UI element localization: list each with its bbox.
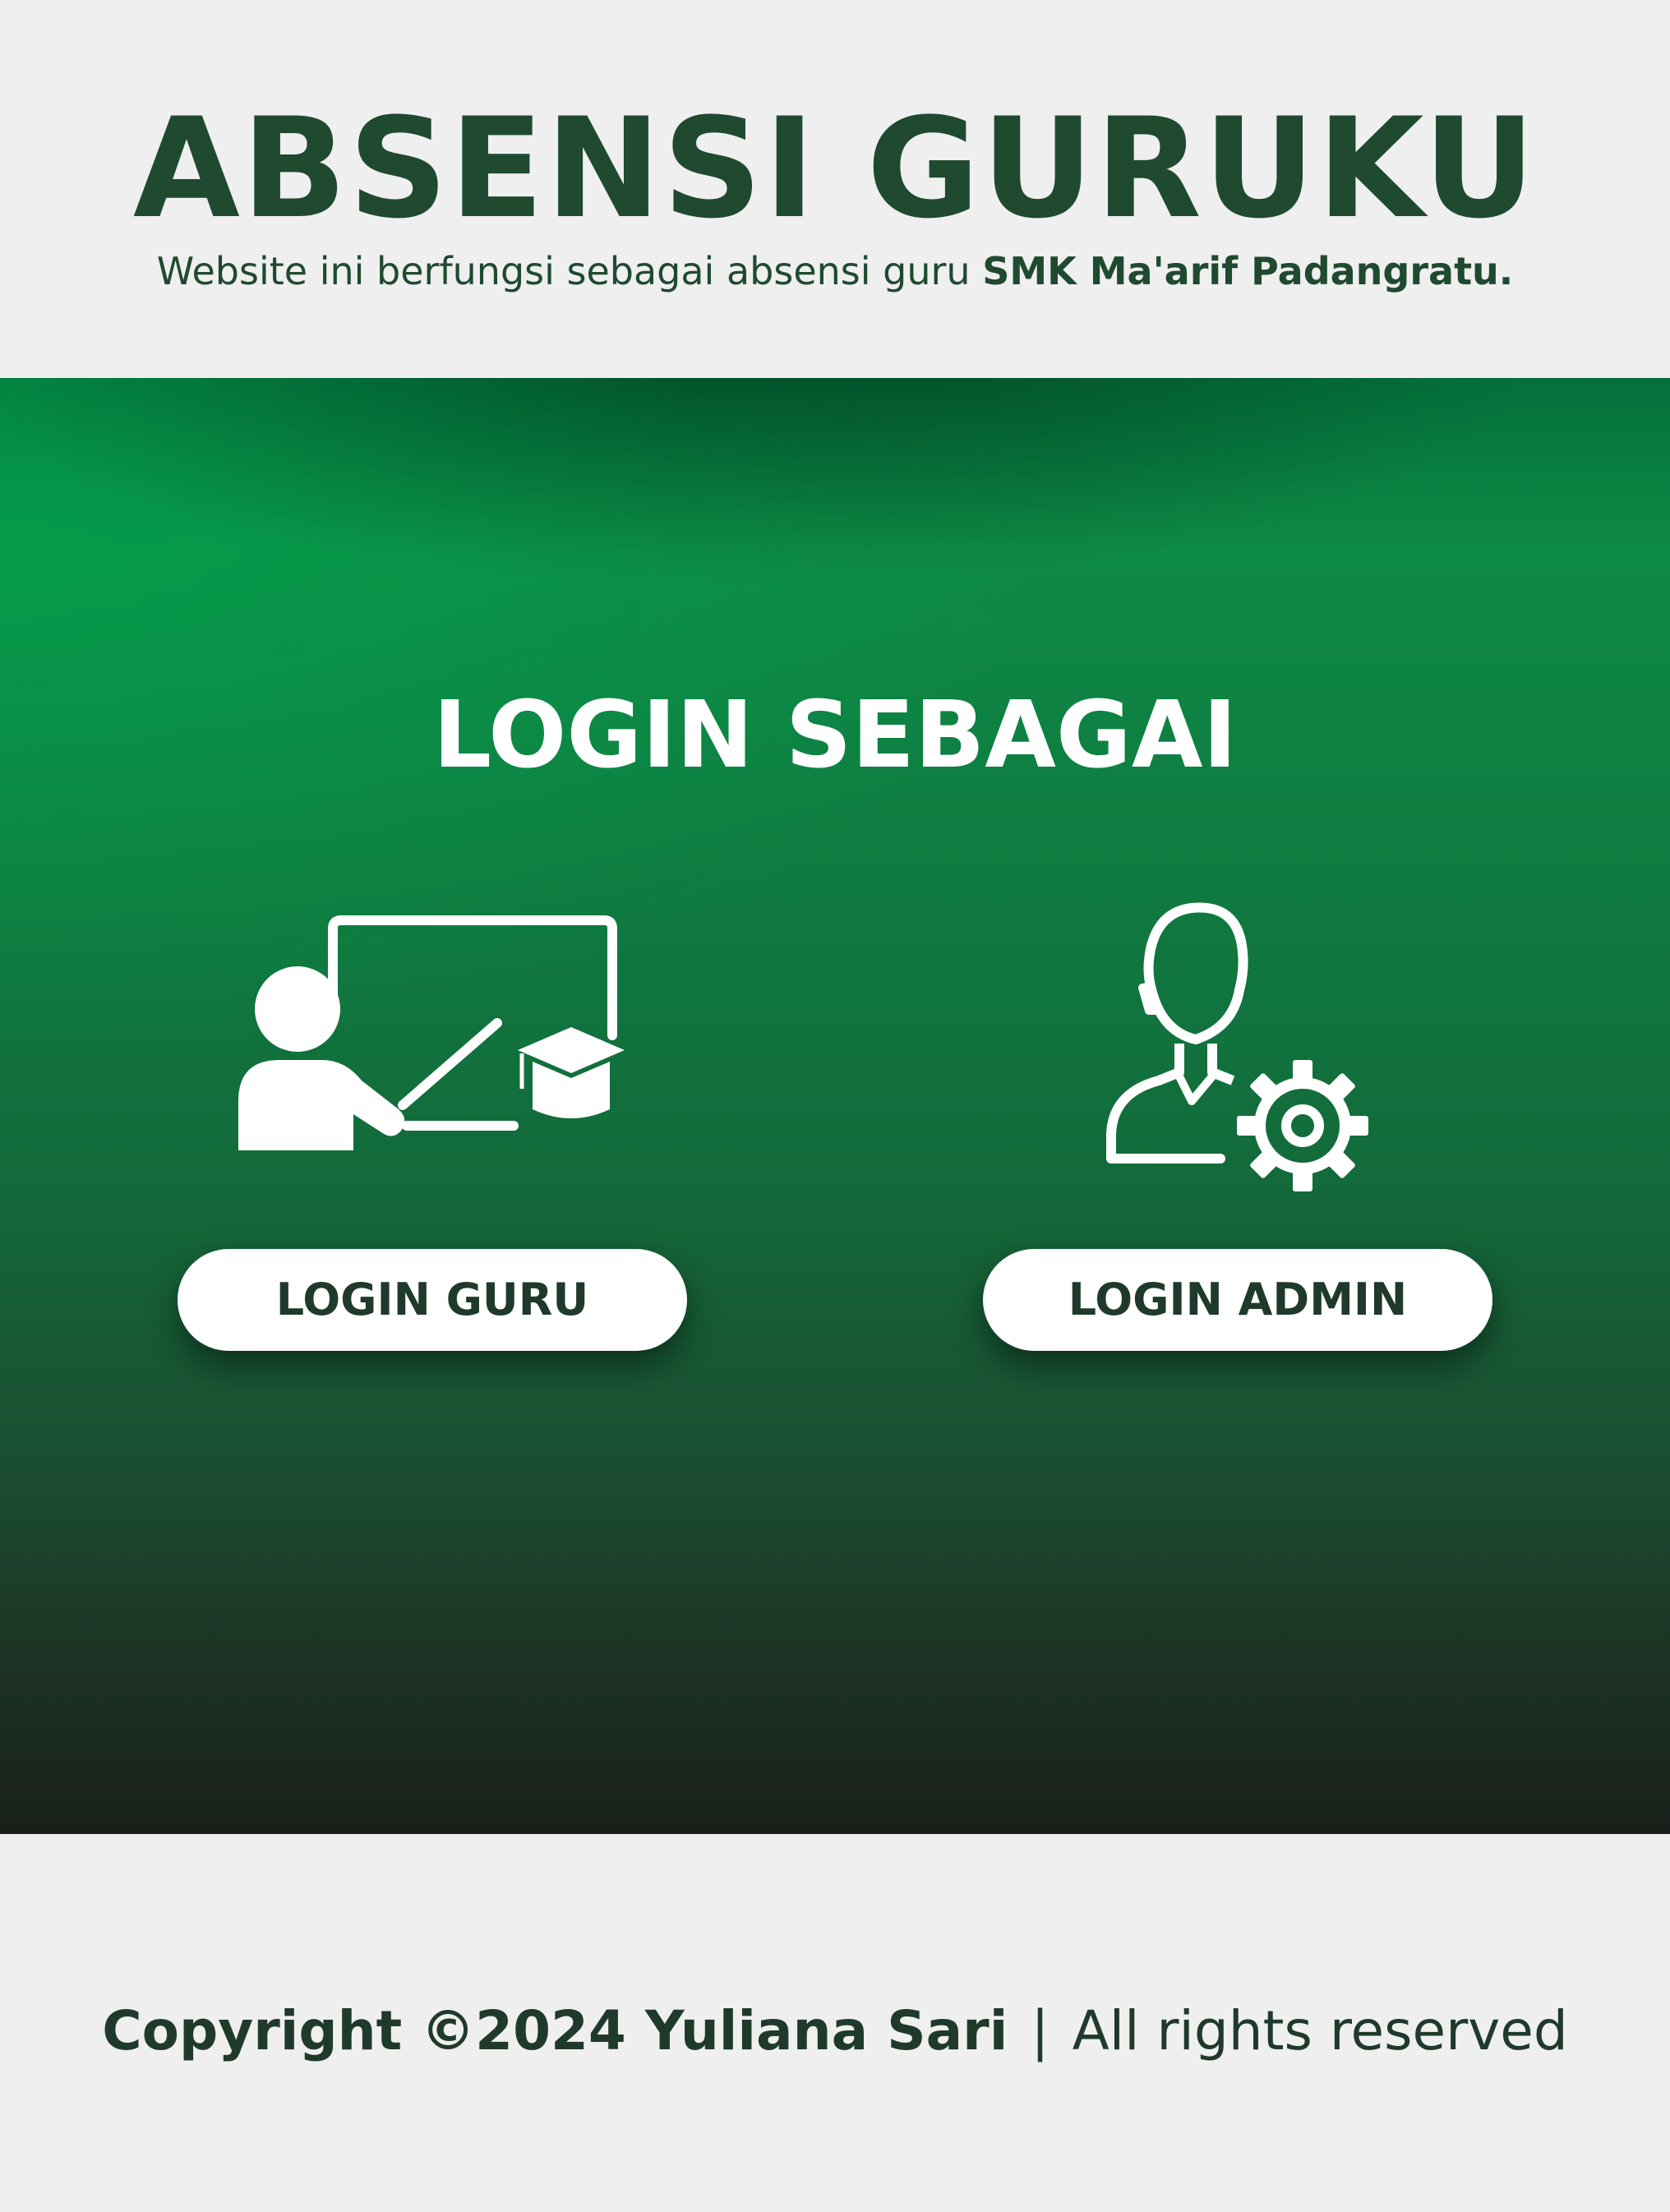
admin-gear-icon [1106,902,1368,1191]
school-name: SMK Ma'arif Padangratu. [982,249,1514,293]
footer-separator: | [1031,1999,1050,2062]
login-guru-button[interactable]: LOGIN GURU [178,1249,687,1351]
header: ABSENSI GURUKU Website ini berfungsi seb… [0,0,1670,378]
footer-text: Copyright ©2024 Yuliana Sari | All rights … [0,1998,1670,2064]
app-title: ABSENSI GURUKU [132,88,1538,249]
subtitle-text: Website ini berfungsi sebagai absensi gu… [156,249,983,293]
login-hero-section: LOGIN SEBAGAI LOGIN GURU LOGIN ADMIN [0,378,1670,1834]
login-heading: LOGIN SEBAGAI [432,682,1238,789]
app-subtitle: Website ini berfungsi sebagai absensi gu… [0,247,1670,296]
copyright-text: Copyright ©2024 Yuliana Sari [102,1999,1008,2062]
login-admin-button[interactable]: LOGIN ADMIN [983,1249,1492,1351]
rights-text: All rights reserved [1072,1999,1568,2062]
footer: Copyright ©2024 Yuliana Sari | All rights … [0,1834,1670,2212]
teacher-board-icon [238,915,625,1150]
